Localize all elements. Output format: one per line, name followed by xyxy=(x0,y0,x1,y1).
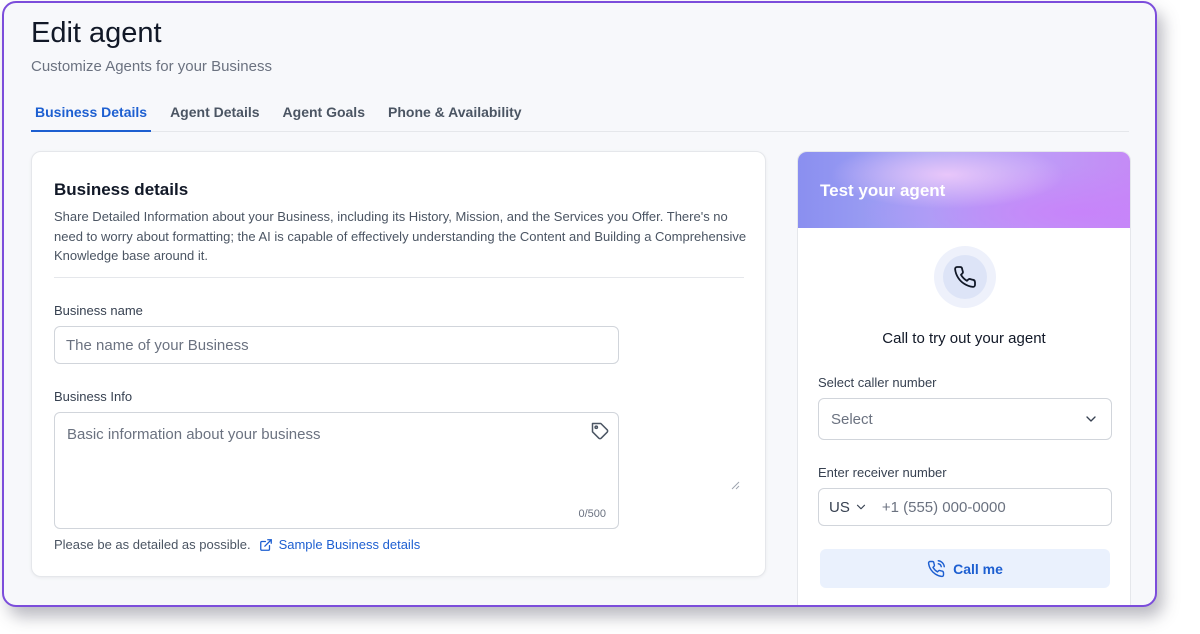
call-prompt: Call to try out your agent xyxy=(882,330,1046,347)
chevron-down-icon xyxy=(856,504,865,510)
receiver-number-field: US xyxy=(818,488,1112,526)
business-name-label: Business name xyxy=(54,303,143,318)
country-code: US xyxy=(829,498,850,516)
char-count: 0/500 xyxy=(578,508,606,520)
page-subtitle: Customize Agents for your Business xyxy=(31,58,272,75)
sample-business-details-link[interactable]: Sample Business details xyxy=(259,537,421,552)
tab-phone-availability[interactable]: Phone & Availability xyxy=(384,98,526,132)
call-me-button[interactable]: Call me xyxy=(820,549,1110,588)
tag-icon[interactable] xyxy=(590,421,610,441)
call-me-label: Call me xyxy=(953,560,1003,577)
business-info-label: Business Info xyxy=(54,389,133,404)
business-details-card: Business details Share Detailed Informat… xyxy=(31,151,766,577)
tab-agent-details[interactable]: Agent Details xyxy=(166,98,263,132)
phone-icon xyxy=(954,266,976,288)
helper-row: Please be as detailed as possible. Sampl… xyxy=(54,537,420,552)
tab-business-details[interactable]: Business Details xyxy=(31,98,152,132)
card-title: Business details xyxy=(54,180,189,199)
chevron-down-icon xyxy=(1086,416,1096,422)
phone-badge xyxy=(934,246,996,308)
receiver-number-label: Enter receiver number xyxy=(818,465,947,480)
country-code-select[interactable]: US xyxy=(819,499,874,516)
business-name-input[interactable] xyxy=(54,326,619,364)
page-title: Edit agent xyxy=(31,17,162,49)
helper-text: Please be as detailed as possible. xyxy=(54,537,251,552)
test-agent-panel: Test your agent Call to try out your age… xyxy=(797,151,1131,605)
caller-number-select[interactable]: Select xyxy=(818,398,1112,440)
card-description: Share Detailed Information about your Bu… xyxy=(54,209,747,263)
resize-grip-icon[interactable] xyxy=(730,477,740,490)
tab-agent-goals[interactable]: Agent Goals xyxy=(279,98,369,132)
sample-link-label: Sample Business details xyxy=(278,537,421,552)
test-panel-header: Test your agent xyxy=(798,152,1130,228)
business-info-textarea[interactable] xyxy=(55,413,618,528)
divider xyxy=(54,277,744,278)
caller-select-value: Select xyxy=(831,410,873,428)
test-panel-title: Test your agent xyxy=(820,181,946,200)
phone-call-icon xyxy=(927,559,946,577)
caller-number-label: Select caller number xyxy=(818,375,937,390)
business-info-field: 0/500 xyxy=(54,412,619,529)
app-window: Edit agent Customize Agents for your Bus… xyxy=(2,1,1157,607)
receiver-number-input[interactable] xyxy=(873,498,1111,516)
external-link-icon xyxy=(259,538,272,551)
tab-bar: Business Details Agent Details Agent Goa… xyxy=(31,98,1129,132)
